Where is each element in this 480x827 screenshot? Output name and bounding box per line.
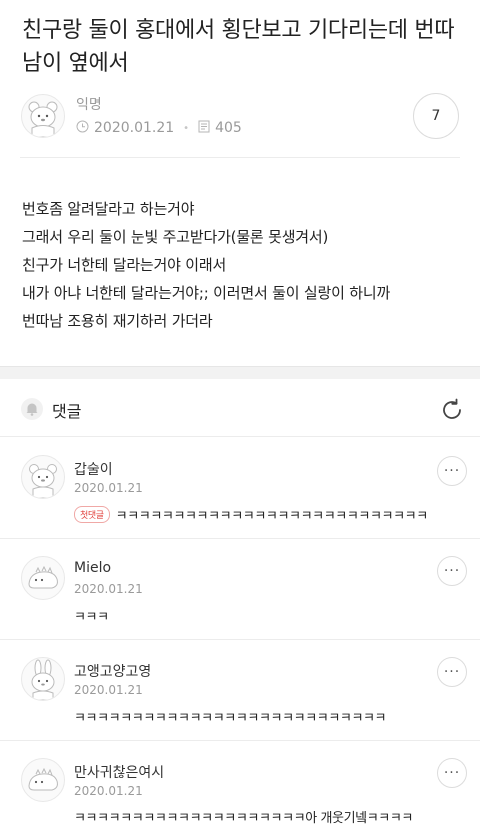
divider [0, 639, 480, 640]
comments-header: 댓글 [0, 378, 480, 438]
author-avatar[interactable] [21, 94, 65, 138]
post-title: 친구랑 둘이 홍대에서 횡단보고 기다리는데 번따남이 옆에서 [22, 18, 455, 76]
bell-icon [20, 397, 44, 421]
more-icon: ··· [443, 765, 461, 781]
comments-title: 댓글 [52, 402, 82, 421]
more-options-button[interactable]: ··· [437, 657, 467, 687]
body-line: 그래서 우리 둘이 눈빛 주고받다가(물론 못생겨서) [22, 228, 329, 246]
comment-text: 첫댓글 ㅋㅋㅋㅋㅋㅋㅋㅋㅋㅋㅋㅋㅋㅋㅋㅋㅋㅋㅋㅋㅋㅋㅋㅋㅋㅋㅋ [74, 505, 428, 524]
comment-avatar[interactable] [21, 657, 65, 701]
comment-count-button[interactable]: 7 [413, 93, 459, 139]
comment-body: ㅋㅋㅋㅋㅋㅋㅋㅋㅋㅋㅋㅋㅋㅋㅋㅋㅋㅋㅋㅋㅋㅋㅋㅋㅋㅋㅋ [115, 509, 429, 524]
comment-date: 2020.01.21 [74, 582, 143, 596]
body-line: 번따남 조용히 재기하러 가더라 [22, 312, 213, 330]
bunny-mascot-icon [31, 659, 55, 700]
comment-author[interactable]: Mielo [74, 560, 111, 576]
post-body: 번호좀 알려달라고 하는거야 그래서 우리 둘이 눈빛 주고받다가(물론 못생겨… [22, 195, 466, 335]
comment-author[interactable]: 갑술이 [74, 459, 113, 479]
comment-text: ㅋㅋㅋ [74, 610, 109, 625]
more-icon: ··· [443, 664, 461, 680]
post-header: 친구랑 둘이 홍대에서 횡단보고 기다리는데 번따남이 옆에서 익명 2020.… [0, 0, 480, 158]
comment-text: ㅋㅋㅋㅋㅋㅋㅋㅋㅋㅋㅋㅋㅋㅋㅋㅋㅋㅋㅋㅋㅋㅋㅋㅋㅋㅋㅋ [74, 711, 387, 726]
clock-icon [76, 120, 89, 137]
divider [20, 157, 460, 158]
bear-mascot-icon [28, 101, 58, 137]
document-icon [198, 120, 210, 137]
more-options-button[interactable]: ··· [437, 556, 467, 586]
comment-date: 2020.01.21 [74, 683, 143, 697]
body-line: 번호좀 알려달라고 하는거야 [22, 200, 195, 218]
comment-avatar[interactable] [21, 455, 65, 499]
more-options-button[interactable]: ··· [437, 758, 467, 788]
comment-text: ㅋㅋㅋㅋㅋㅋㅋㅋㅋㅋㅋㅋㅋㅋㅋㅋㅋㅋㅋㅋ아 개웃기넼ㅋㅋㅋㅋ [74, 811, 413, 826]
first-comment-badge: 첫댓글 [74, 506, 110, 523]
meta-separator: • [183, 122, 190, 134]
comment-date: 2020.01.21 [74, 481, 143, 495]
divider [0, 436, 480, 437]
post-meta: 2020.01.21 • 405 [76, 119, 242, 137]
body-line: 친구가 너한테 달라는거야 이래서 [22, 256, 227, 274]
more-options-button[interactable]: ··· [437, 456, 467, 486]
divider [0, 538, 480, 539]
refresh-icon[interactable] [438, 396, 466, 424]
comment-avatar[interactable] [21, 556, 65, 600]
body-line: 내가 아냐 너한테 달라는거야;; 이러면서 둘이 실랑이 하니까 [22, 284, 391, 302]
more-icon: ··· [443, 463, 461, 479]
post-date: 2020.01.21 [94, 120, 175, 136]
comment-avatar[interactable] [21, 758, 65, 802]
comment-date: 2020.01.21 [74, 784, 143, 798]
dinosaur-mascot-icon [28, 767, 58, 791]
bear-mascot-icon [29, 464, 57, 498]
divider [0, 740, 480, 741]
comment-author[interactable]: 고앵고양고영 [74, 661, 151, 681]
more-icon: ··· [443, 563, 461, 579]
comment-author[interactable]: 만사귀찮은여시 [74, 762, 164, 782]
dinosaur-mascot-icon [28, 565, 58, 589]
view-count: 405 [215, 120, 242, 136]
author-name[interactable]: 익명 [76, 94, 102, 114]
